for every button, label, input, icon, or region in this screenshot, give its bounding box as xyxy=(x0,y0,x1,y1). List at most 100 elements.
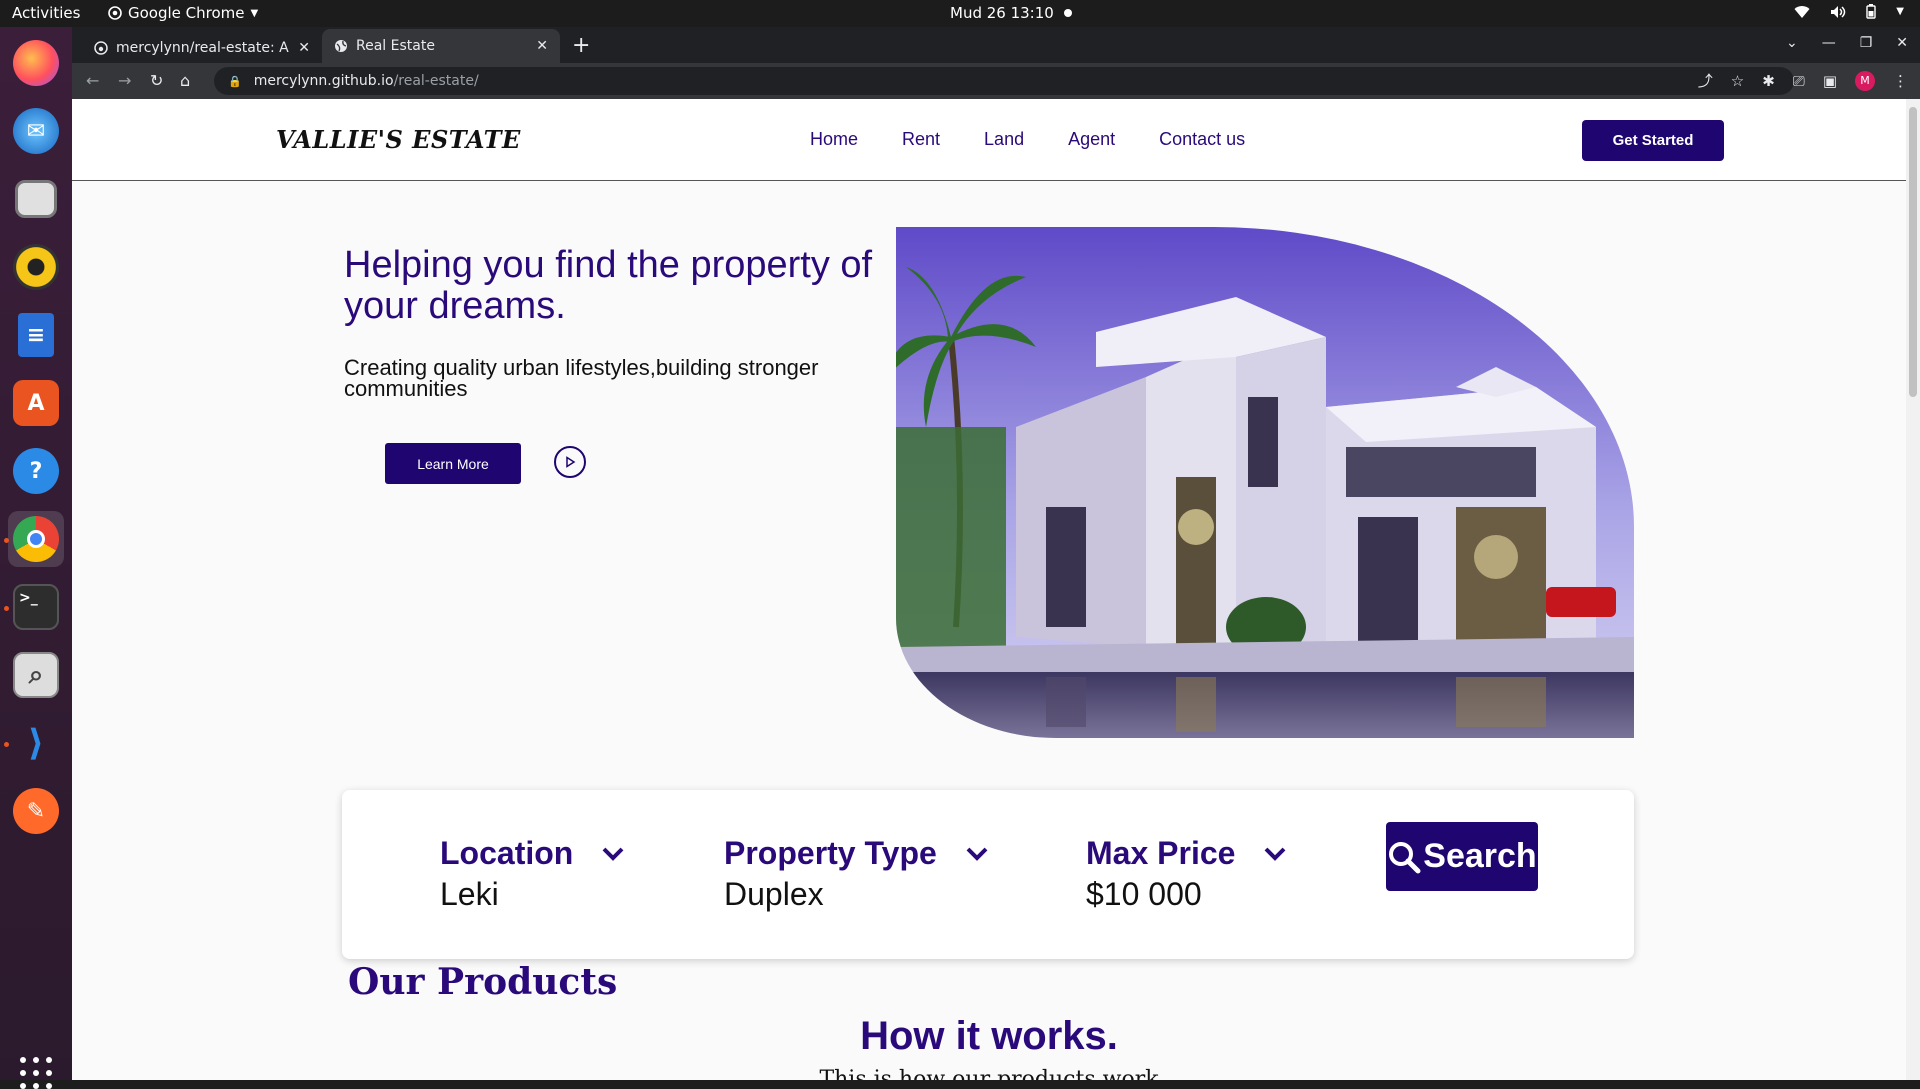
hero-house-image xyxy=(896,227,1634,738)
share-icon[interactable]: ⤴ xyxy=(1698,70,1713,91)
house-illustration xyxy=(896,227,1634,738)
url-path: /real-estate/ xyxy=(393,73,479,89)
chevron-down-icon: ▼ xyxy=(250,7,259,19)
back-icon[interactable]: ← xyxy=(86,71,99,90)
tab-github[interactable]: mercylynn/real-estate: A r ✕ xyxy=(82,33,322,63)
dock-firefox[interactable] xyxy=(8,35,64,91)
hero-subtitle: Creating quality urban lifestyles,buildi… xyxy=(344,355,819,401)
nav-agent[interactable]: Agent xyxy=(1068,129,1115,150)
cast-icon[interactable]: ⎚ xyxy=(1793,72,1805,90)
home-icon[interactable]: ⌂ xyxy=(180,71,190,90)
speaker-icon xyxy=(13,244,59,290)
terminal-icon: >_ xyxy=(13,584,59,630)
system-tray[interactable]: ▼ xyxy=(1794,4,1904,19)
magnifier-icon: ⌕ xyxy=(13,652,59,698)
dock-image-viewer[interactable]: ⌕ xyxy=(8,647,64,703)
forward-icon[interactable]: → xyxy=(118,71,131,90)
nav-land[interactable]: Land xyxy=(984,129,1024,150)
volume-icon xyxy=(1831,5,1846,18)
dock-writer[interactable]: ≡ xyxy=(8,307,64,363)
star-icon[interactable]: ☆ xyxy=(1731,72,1744,90)
lock-icon: 🔒 xyxy=(228,74,242,88)
wifi-icon xyxy=(1794,5,1810,18)
get-started-button[interactable]: Get Started xyxy=(1582,120,1724,161)
filter-property-type[interactable]: Property Type Duplex xyxy=(724,835,989,913)
pen-icon: ✎ xyxy=(13,788,59,834)
toolbar-icons: ⤴ ☆ ✱ ⎚ ▣ M ⋮ xyxy=(1698,70,1908,91)
filter-value: Duplex xyxy=(724,876,824,912)
minimize-icon[interactable]: — xyxy=(1822,35,1836,51)
nav-contact[interactable]: Contact us xyxy=(1159,129,1245,150)
page-scrollbar[interactable] xyxy=(1906,99,1920,1080)
play-icon xyxy=(566,456,576,468)
dock-thunderbird[interactable]: ✉ xyxy=(8,103,64,159)
play-video-button[interactable] xyxy=(554,446,586,478)
filter-label-wrap: Property Type xyxy=(724,835,989,872)
address-bar[interactable]: 🔒 mercylynn.github.io/real-estate/ xyxy=(214,67,1794,95)
tab-real-estate[interactable]: Real Estate ✕ xyxy=(322,29,560,63)
chevron-down-icon xyxy=(1265,847,1286,861)
reload-icon[interactable]: ↻ xyxy=(150,71,163,90)
extensions-icon[interactable]: ✱ xyxy=(1762,72,1775,90)
dock-help[interactable]: ? xyxy=(8,443,64,499)
app-menu[interactable]: Google Chrome ▼ xyxy=(108,4,258,22)
notification-dot-icon xyxy=(1063,9,1072,17)
learn-more-button[interactable]: Learn More xyxy=(385,443,521,484)
profile-avatar[interactable]: M xyxy=(1855,70,1875,91)
site-header: VALLIE'S ESTATE Home Rent Land Agent Con… xyxy=(72,99,1906,181)
maximize-icon[interactable]: ❐ xyxy=(1860,35,1873,51)
search-button[interactable]: Search xyxy=(1386,822,1538,891)
app-menu-label: Google Chrome xyxy=(128,4,245,22)
property-search-card: Location Leki Property Type Duplex Max P… xyxy=(342,790,1634,959)
nav-home[interactable]: Home xyxy=(810,129,858,150)
products-section-title: Our Products xyxy=(348,961,618,1003)
chevron-down-icon: ▼ xyxy=(1896,6,1904,17)
dock-files[interactable] xyxy=(8,171,64,227)
show-apps-icon[interactable] xyxy=(20,1057,52,1089)
clock-label: Mud 26 13:10 xyxy=(950,4,1054,22)
main-nav: Home Rent Land Agent Contact us xyxy=(810,129,1245,150)
filter-label: Property Type xyxy=(724,835,937,871)
nav-rent[interactable]: Rent xyxy=(902,129,940,150)
browser-toolbar: ← → ↻ ⌂ 🔒 mercylynn.github.io/real-estat… xyxy=(72,63,1920,99)
window-controls: ⌄ — ❐ ✕ xyxy=(1786,35,1908,51)
site-logo[interactable]: VALLIE'S ESTATE xyxy=(276,125,521,154)
running-indicator xyxy=(4,538,9,543)
chrome-icon xyxy=(13,516,59,562)
thunderbird-icon: ✉ xyxy=(13,108,59,154)
battery-icon xyxy=(1866,4,1876,19)
new-tab-button[interactable]: + xyxy=(572,33,590,58)
close-window-icon[interactable]: ✕ xyxy=(1896,35,1908,51)
firefox-icon xyxy=(13,40,59,86)
globe-icon xyxy=(335,40,347,52)
filter-label-wrap: Max Price xyxy=(1086,835,1287,872)
dock: ✉ ≡ A ? >_ ⌕ ⟩ ✎ xyxy=(0,27,72,1089)
dock-rhythmbox[interactable] xyxy=(8,239,64,295)
activities-button[interactable]: Activities xyxy=(12,4,80,22)
filter-max-price[interactable]: Max Price $10 000 xyxy=(1086,835,1287,913)
system-top-bar: Activities Google Chrome ▼ Mud 26 13:10 … xyxy=(0,0,1920,27)
clock[interactable]: Mud 26 13:10 xyxy=(950,4,1072,22)
dock-terminal[interactable]: >_ xyxy=(8,579,64,635)
menu-icon[interactable]: ⋮ xyxy=(1893,72,1908,90)
how-it-works-subtitle: This is how our products work xyxy=(819,1067,1159,1080)
scrollbar-thumb[interactable] xyxy=(1909,107,1917,397)
tab-title: Real Estate xyxy=(356,38,435,54)
search-button-label: Search xyxy=(1423,837,1537,875)
dock-software[interactable]: A xyxy=(8,375,64,431)
side-panel-icon[interactable]: ▣ xyxy=(1823,72,1837,90)
filter-value: $10 000 xyxy=(1086,876,1202,912)
filter-label-wrap: Location xyxy=(440,835,625,872)
filter-label: Location xyxy=(440,835,574,871)
close-icon[interactable]: ✕ xyxy=(298,40,310,56)
chevron-down-icon xyxy=(602,847,624,861)
running-indicator xyxy=(4,742,9,747)
dock-app[interactable]: ✎ xyxy=(8,783,64,839)
app-store-icon: A xyxy=(13,380,59,426)
tab-search-icon[interactable]: ⌄ xyxy=(1786,35,1798,51)
filter-location[interactable]: Location Leki xyxy=(440,835,625,913)
close-icon[interactable]: ✕ xyxy=(536,38,548,54)
dock-chrome[interactable] xyxy=(8,511,64,567)
browser-chrome: mercylynn/real-estate: A r ✕ Real Estate… xyxy=(72,27,1920,99)
dock-vscode[interactable]: ⟩ xyxy=(8,715,64,771)
